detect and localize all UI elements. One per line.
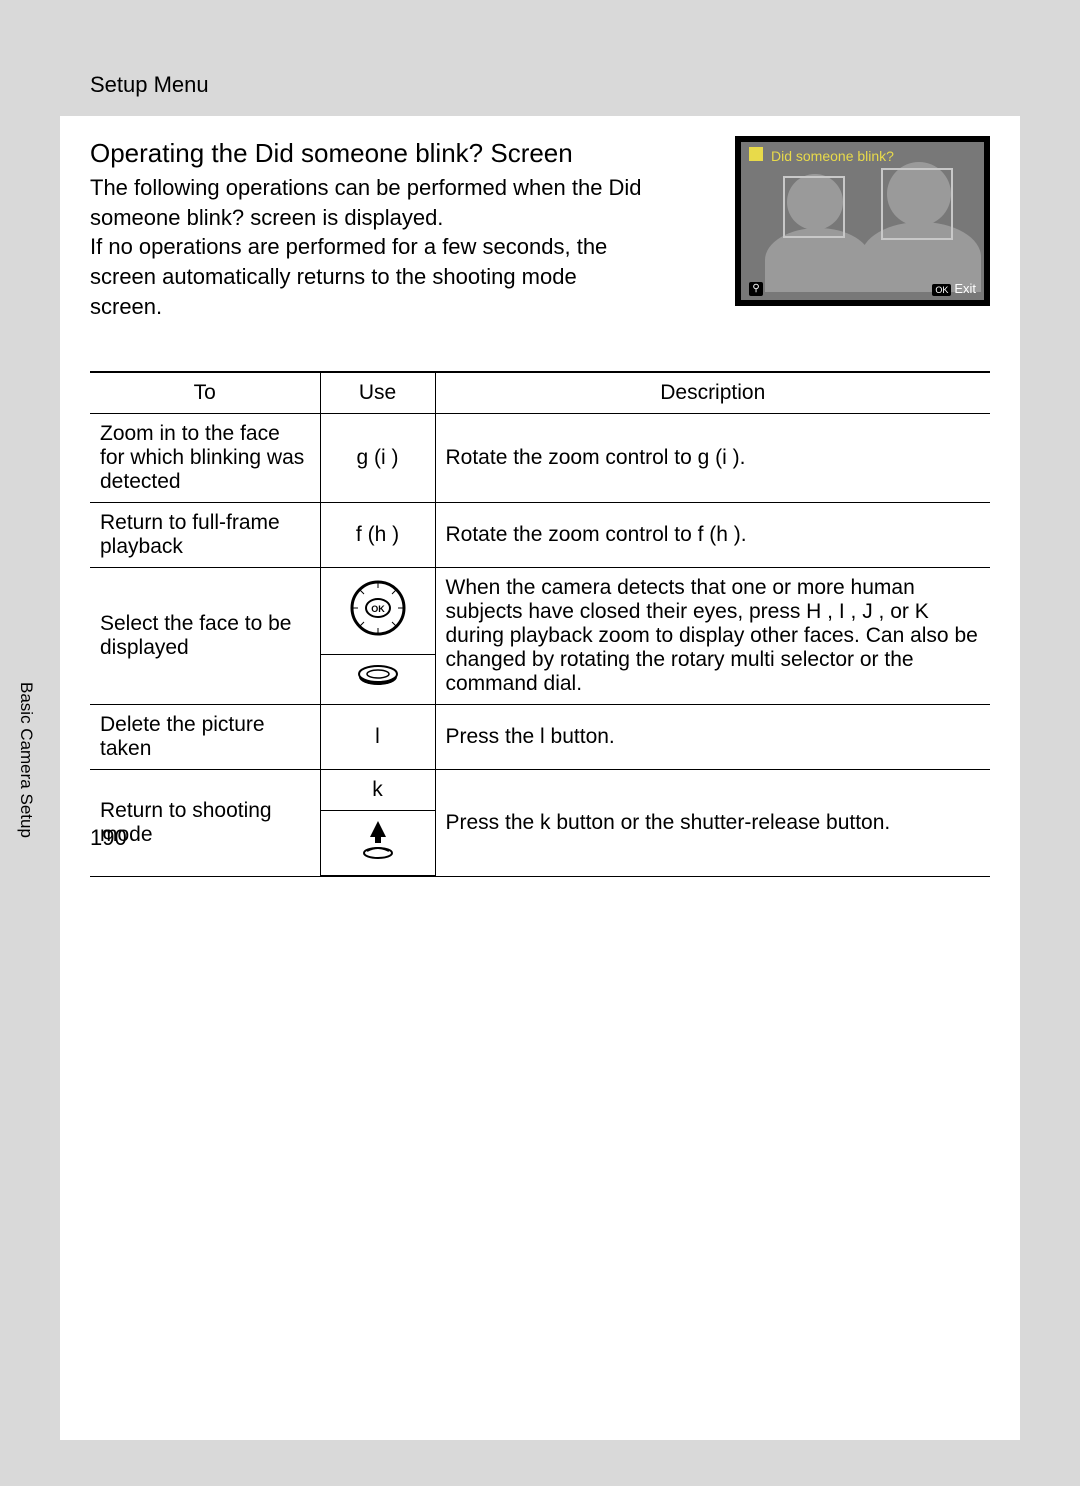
cell-use: g (i ) [320, 414, 435, 503]
header-band: Setup Menu [60, 40, 1020, 116]
intro-paragraph-2: If no operations are performed for a few… [90, 232, 650, 321]
cell-to: Return to shooting mode [90, 770, 320, 877]
cell-desc: Rotate the zoom control to f (h ). [435, 503, 990, 568]
ok-icon: OK [932, 284, 951, 296]
operations-table: To Use Description Zoom in to the face f… [90, 371, 990, 877]
cell-to: Delete the picture taken [90, 705, 320, 770]
cell-use: l [320, 705, 435, 770]
cell-use-command-dial [320, 654, 435, 705]
cell-to: Select the face to be displayed [90, 568, 320, 705]
table-row: Delete the picture taken l Press the l b… [90, 705, 990, 770]
cell-use-shutter [320, 811, 435, 877]
shutter-release-icon [357, 843, 399, 866]
col-header-to: To [90, 372, 320, 414]
table-row: Select the face to be displayed [90, 568, 990, 654]
cell-to: Return to full-frame playback [90, 503, 320, 568]
table-row: Return to shooting mode k Press the k bu… [90, 770, 990, 811]
exit-label: OKExit [932, 281, 976, 296]
side-section-label: Basic Camera Setup [16, 682, 36, 838]
cell-desc: Press the l button. [435, 705, 990, 770]
magnify-icon: ⚲ [749, 282, 763, 296]
table-row: Return to full-frame playback f (h ) Rot… [90, 503, 990, 568]
col-header-use: Use [320, 372, 435, 414]
intro-paragraph-1: The following operations can be performe… [90, 173, 650, 232]
cell-use: f (h ) [320, 503, 435, 568]
table-row: Zoom in to the face for which blinking w… [90, 414, 990, 503]
cell-desc: Rotate the zoom control to g (i ). [435, 414, 990, 503]
cell-desc: Press the k button or the shutter-releas… [435, 770, 990, 877]
multi-selector-icon: OK [348, 620, 408, 643]
page-number: 190 [90, 825, 127, 851]
cell-desc: When the camera detects that one or more… [435, 568, 990, 705]
col-header-desc: Description [435, 372, 990, 414]
cell-use-multi-selector: OK [320, 568, 435, 654]
face-mode-icon [749, 147, 763, 161]
face-detection-box [783, 176, 845, 238]
cell-use: k [320, 770, 435, 811]
section-header: Setup Menu [90, 40, 990, 98]
face-detection-box [881, 168, 953, 240]
lcd-screenshot: Did someone blink? ⚲ OKExit [735, 136, 990, 306]
command-dial-icon [355, 672, 401, 695]
cell-to: Zoom in to the face for which blinking w… [90, 414, 320, 503]
svg-text:OK: OK [371, 604, 385, 614]
